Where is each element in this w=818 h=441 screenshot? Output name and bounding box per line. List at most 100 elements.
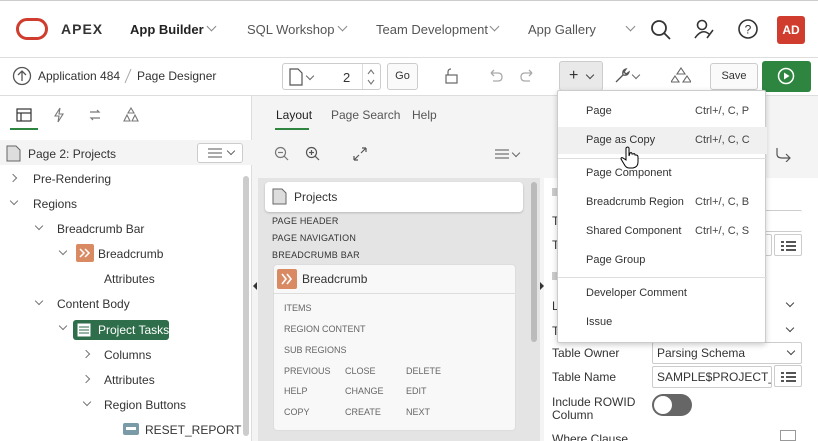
user-avatar[interactable]: AD: [777, 16, 805, 44]
table-name-picker-button[interactable]: [774, 365, 802, 387]
menu-item-shortcut: Ctrl+/, C, P: [695, 105, 750, 117]
chevron-down-icon[interactable]: [785, 323, 795, 333]
chevron-down-icon[interactable]: [489, 21, 500, 32]
menu-item-shared-component[interactable]: Shared Component Ctrl+/, C, S: [558, 218, 767, 245]
nav-app-gallery[interactable]: App Gallery: [528, 22, 596, 37]
tree-node-attributes[interactable]: Attributes: [0, 266, 240, 291]
table-name-label: Table Name: [552, 370, 617, 384]
tree-menu-button[interactable]: [197, 143, 243, 163]
go-button[interactable]: Go: [387, 63, 418, 90]
chevron-down-icon[interactable]: [785, 298, 795, 308]
user-settings-icon[interactable]: [693, 18, 715, 40]
chevron-down-icon[interactable]: [631, 70, 641, 80]
chevron-down-icon[interactable]: [34, 221, 44, 231]
chevron-down-icon[interactable]: [206, 21, 217, 32]
tree-node-breadcrumb-bar[interactable]: Breadcrumb Bar: [0, 216, 240, 241]
chevron-down-icon[interactable]: [337, 21, 348, 32]
help-icon[interactable]: ?: [737, 18, 759, 40]
chevron-down-icon[interactable]: [82, 397, 92, 407]
chevron-down-icon[interactable]: [34, 296, 44, 306]
tree-node-pre-rendering[interactable]: Pre-Rendering: [0, 166, 240, 191]
chevron-down-icon[interactable]: [625, 21, 636, 32]
slot-close: CLOSE: [345, 366, 376, 376]
save-button[interactable]: Save: [710, 63, 758, 90]
tab-help[interactable]: Help: [412, 108, 437, 122]
chevron-down-icon[interactable]: [9, 196, 19, 206]
menu-item-developer-comment[interactable]: Developer Comment: [558, 280, 767, 307]
page-stepper[interactable]: [366, 66, 376, 88]
table-owner-select[interactable]: Parsing Schema: [652, 342, 802, 364]
oracle-logo[interactable]: [16, 18, 48, 40]
rendering-tab-icon[interactable]: [16, 108, 32, 122]
create-menu-button[interactable]: +: [559, 61, 603, 91]
menu-item-page[interactable]: Page Ctrl+/, C, P: [558, 98, 767, 125]
svg-text:?: ?: [745, 23, 752, 37]
hamburger-icon[interactable]: [495, 149, 509, 159]
list-picker-button[interactable]: [774, 234, 802, 256]
tab-underline: [10, 128, 38, 130]
wrench-icon[interactable]: [612, 66, 632, 86]
tree-node-breadcrumb[interactable]: Breadcrumb: [0, 241, 240, 266]
menu-item-issue[interactable]: Issue: [558, 309, 767, 336]
tree-scrollbar[interactable]: [243, 176, 249, 436]
run-page-button[interactable]: [762, 61, 811, 92]
tree-label: Attributes: [104, 373, 155, 387]
include-rowid-toggle[interactable]: [652, 394, 692, 416]
hand-cursor-icon: [620, 146, 639, 169]
apex-title: APEX: [61, 21, 104, 37]
chevron-down-icon[interactable]: [305, 71, 315, 81]
slot-delete: DELETE: [406, 366, 442, 376]
button-icon: [123, 423, 139, 435]
chevron-down-icon[interactable]: [511, 148, 521, 158]
chevron-right-icon[interactable]: [81, 349, 91, 359]
shared-components-icon[interactable]: [671, 66, 691, 86]
chevron-down-icon[interactable]: [58, 246, 68, 256]
position-page-header: PAGE HEADER: [272, 216, 339, 226]
nav-app-builder[interactable]: App Builder: [130, 22, 204, 37]
tree-label: Content Body: [57, 297, 130, 311]
rendering-tree-pane: Page 2: Projects Pre-Rendering Regions B…: [0, 96, 252, 441]
lock-page-icon[interactable]: [442, 67, 460, 85]
zoom-in-icon[interactable]: [305, 146, 321, 162]
tree-node-reset-report[interactable]: RESET_REPORT: [0, 417, 241, 441]
page-card[interactable]: Projects: [265, 182, 523, 212]
search-icon[interactable]: [650, 19, 672, 41]
nav-team-development[interactable]: Team Development: [376, 22, 488, 37]
tree-node-region-buttons[interactable]: Region Buttons: [0, 392, 240, 417]
menu-item-page-component[interactable]: Page Component: [558, 160, 767, 187]
tree-node-columns[interactable]: Columns: [0, 342, 240, 367]
menu-item-label: Breadcrumb Region: [586, 196, 684, 208]
page-number-input[interactable]: 2: [343, 70, 350, 85]
processing-tab-icon[interactable]: [87, 107, 103, 123]
table-name-input[interactable]: SAMPLE$PROJECT_TA: [652, 366, 772, 388]
menu-item-page-as-copy[interactable]: Page as Copy Ctrl+/, C, C: [558, 127, 767, 154]
menu-item-breadcrumb-region[interactable]: Breadcrumb Region Ctrl+/, C, B: [558, 189, 767, 216]
redo-icon[interactable]: [518, 67, 536, 85]
dynamic-actions-tab-icon[interactable]: [52, 107, 66, 123]
tree-node-content-body[interactable]: Content Body: [0, 291, 240, 316]
up-arrow-icon[interactable]: [12, 66, 32, 86]
code-editor-icon[interactable]: [780, 430, 796, 441]
go-to-group-icon[interactable]: [774, 146, 794, 162]
top-navigation-bar: APEX App Builder SQL Workshop Team Devel…: [0, 0, 818, 58]
undo-icon[interactable]: [487, 67, 505, 85]
tree-node-attributes[interactable]: Attributes: [0, 367, 240, 392]
nav-sql-workshop[interactable]: SQL Workshop: [247, 22, 334, 37]
tab-page-search[interactable]: Page Search: [331, 108, 400, 122]
tab-layout[interactable]: Layout: [276, 108, 312, 122]
tree-label: Region Buttons: [104, 398, 187, 412]
chevron-right-icon[interactable]: [81, 374, 91, 384]
slot-edit: EDIT: [406, 386, 427, 396]
tree-node-regions[interactable]: Regions: [0, 191, 240, 216]
breadcrumb-region-card[interactable]: Breadcrumb ITEMS REGION CONTENT SUB REGI…: [273, 264, 516, 431]
chevron-right-icon[interactable]: [8, 173, 18, 183]
page-selector[interactable]: 2: [282, 63, 381, 90]
selected-region-project-tasks[interactable]: Project Tasks: [73, 320, 169, 340]
layout-scrollbar[interactable]: [531, 182, 537, 342]
expand-icon[interactable]: [352, 146, 368, 162]
menu-item-page-group[interactable]: Page Group: [558, 247, 767, 274]
chevron-down-icon[interactable]: [58, 321, 68, 331]
shared-components-tab-icon[interactable]: [123, 107, 139, 123]
zoom-out-icon[interactable]: [274, 146, 290, 162]
breadcrumb-application[interactable]: Application 484: [38, 69, 120, 83]
